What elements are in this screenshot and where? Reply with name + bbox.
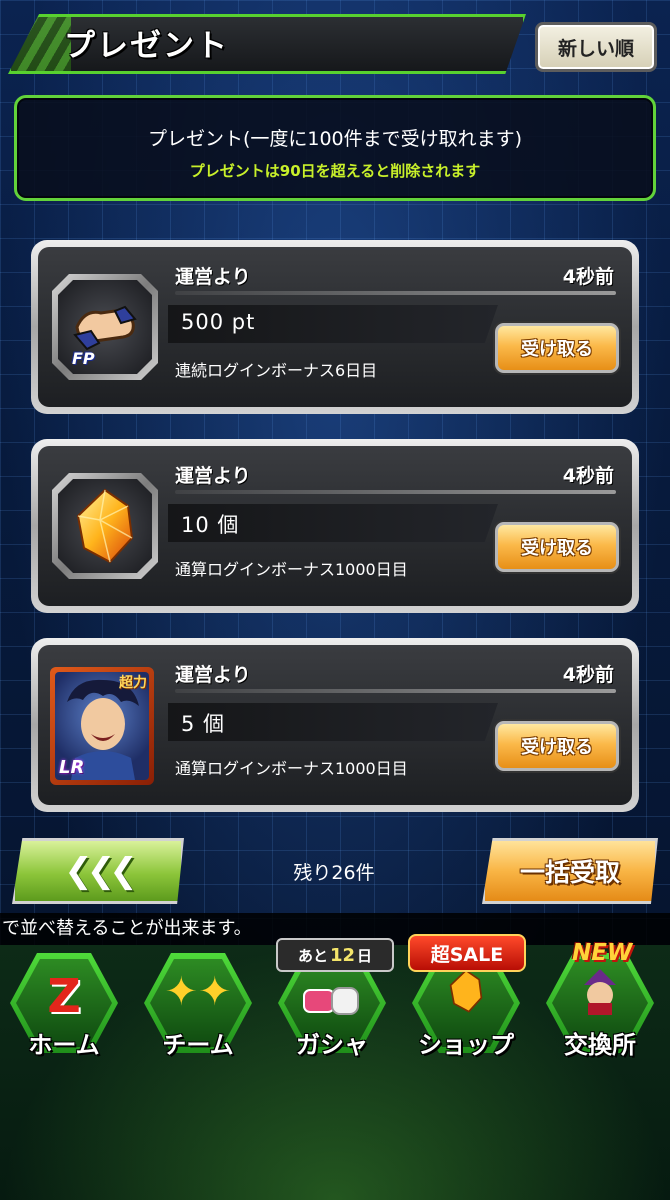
present-item-frame [52,473,158,579]
nav-home[interactable]: Z ホーム [0,953,128,1063]
fp-badge: FP [72,349,95,368]
present-sender: 運営より [175,266,251,288]
capsule-icon [268,975,396,1029]
remaining-count: 残り26件 [293,862,375,884]
bulk-receive-button[interactable]: 一括受取 [482,838,658,904]
friendship-points-icon: FP [58,280,152,374]
nav-label: 交換所 [564,1031,636,1059]
nav-label: ショップ [418,1031,514,1059]
separator-line [175,490,616,494]
super-class-badge: 超力 [119,675,147,691]
present-card: 超力 LR 運営より 4秒前 5 個 通算ログインボーナス1000日目 受け取る [31,638,639,812]
present-description: 連続ログインボーナス6日目 [175,361,378,380]
title-stripe-decoration [11,17,71,71]
character-card-icon: 超力 LR [55,672,149,780]
previous-page-button[interactable]: ❮❮❮ [12,838,184,904]
present-amount: 500 pt [181,310,256,334]
z-logo-icon: Z [47,969,81,1023]
dragon-stone-icon [58,479,152,573]
page-title: プレゼント [64,28,229,64]
present-info-box: プレゼント(一度に100件まで受け取れます) プレゼントは90日を超えると削除さ… [14,95,656,201]
sort-order-button[interactable]: 新しい順 [535,22,657,72]
present-sender: 運営より [175,465,251,487]
receive-button[interactable]: 受け取る [495,323,619,373]
present-description: 通算ログインボーナス1000日目 [175,759,408,778]
present-limit-note: プレゼント(一度に100件まで受け取れます) [147,128,523,150]
nav-label: チーム [162,1031,234,1059]
badge-prefix: あと [297,946,328,965]
dragon-stone-icon [402,967,530,1026]
nav-label: ホーム [28,1031,100,1059]
rarity-badge: LR [59,757,85,778]
exchange-npc-icon [536,967,664,1026]
separator-line [175,291,616,295]
nav-team[interactable]: ✦✦ チーム [134,953,262,1063]
nav-label: ガシャ [296,1031,368,1059]
exchange-new-badge: NEW [572,940,633,966]
present-card: FP 運営より 4秒前 500 pt 連続ログインボーナス6日目 受け取る [31,240,639,414]
present-sender: 運営より [175,664,251,686]
shop-sale-badge: 超SALE [408,934,526,972]
receive-button[interactable]: 受け取る [495,522,619,572]
present-time: 4秒前 [562,465,614,487]
present-expiry-note: プレゼントは90日を超えると削除されます [189,162,481,180]
present-amount: 5 個 [181,712,226,736]
bottom-nav: Z ホーム ✦✦ チーム ガシャ ショップ 交換所 [0,945,670,1200]
present-card: 運営より 4秒前 10 個 通算ログインボーナス1000日目 受け取る [31,439,639,613]
present-time: 4秒前 [562,664,614,686]
present-amount: 10 個 [181,513,240,537]
badge-days-number: 12 [329,944,356,966]
receive-button[interactable]: 受け取る [495,721,619,771]
badge-suffix: 日 [357,946,373,965]
present-time: 4秒前 [562,266,614,288]
gacha-days-badge: あと 12 日 [276,938,394,972]
present-description: 通算ログインボーナス1000日目 [175,560,408,579]
present-item-frame: FP [52,274,158,380]
team-characters-icon: ✦✦ [164,969,232,1015]
separator-line [175,689,616,693]
character-card-frame: 超力 LR [50,667,154,785]
